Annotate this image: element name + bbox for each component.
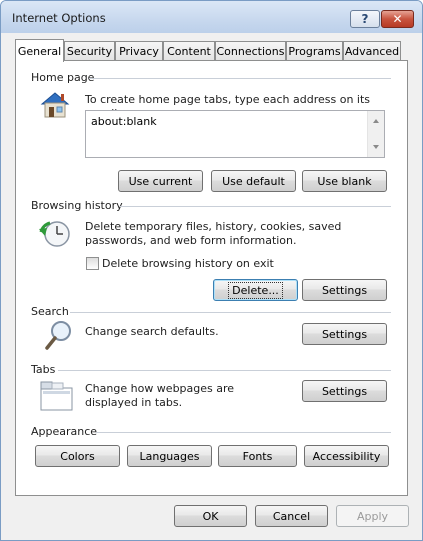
fonts-button[interactable]: Fonts bbox=[218, 445, 297, 467]
apply-button[interactable]: Apply bbox=[336, 505, 409, 527]
history-clock-icon bbox=[38, 218, 72, 250]
browsing-history-heading: Browsing history bbox=[31, 199, 123, 212]
home-page-heading: Home page bbox=[31, 71, 95, 84]
tab-connections[interactable]: Connections bbox=[215, 41, 286, 61]
delete-history-on-exit-label[interactable]: Delete browsing history on exit bbox=[102, 257, 274, 271]
section-divider bbox=[89, 78, 391, 79]
delete-history-on-exit-checkbox[interactable] bbox=[86, 257, 99, 270]
magnifier-icon bbox=[44, 319, 74, 351]
internet-options-dialog: Internet Options ? ✕ General Security Pr… bbox=[0, 0, 423, 541]
tabs-description: Change how webpages are displayed in tab… bbox=[85, 382, 235, 409]
section-divider bbox=[120, 206, 391, 207]
use-blank-button[interactable]: Use blank bbox=[302, 170, 387, 192]
browsing-history-description: Delete temporary files, history, cookies… bbox=[85, 220, 342, 247]
delete-history-button[interactable]: Delete... bbox=[213, 279, 298, 301]
accessibility-button[interactable]: Accessibility bbox=[304, 445, 389, 467]
search-description: Change search defaults. bbox=[85, 325, 219, 338]
tab-programs[interactable]: Programs bbox=[286, 41, 343, 61]
house-icon bbox=[38, 90, 72, 120]
tab-general[interactable]: General bbox=[15, 39, 64, 62]
section-divider bbox=[70, 312, 391, 313]
home-page-address-value: about:blank bbox=[91, 115, 157, 128]
ok-button[interactable]: OK bbox=[174, 505, 247, 527]
delete-history-button-label: Delete... bbox=[228, 281, 283, 299]
search-settings-button[interactable]: Settings bbox=[302, 323, 387, 345]
history-settings-button[interactable]: Settings bbox=[302, 279, 387, 301]
help-button[interactable]: ? bbox=[350, 10, 380, 28]
section-divider bbox=[96, 432, 391, 433]
tab-security[interactable]: Security bbox=[64, 41, 115, 61]
textarea-scrollbar[interactable] bbox=[367, 111, 384, 157]
tabs-settings-button[interactable]: Settings bbox=[302, 380, 387, 402]
use-default-button[interactable]: Use default bbox=[211, 170, 296, 192]
languages-button[interactable]: Languages bbox=[127, 445, 212, 467]
section-divider bbox=[58, 370, 391, 371]
search-heading: Search bbox=[31, 305, 69, 318]
tabs-window-icon bbox=[40, 381, 74, 411]
scroll-up-icon[interactable] bbox=[373, 119, 379, 123]
close-button[interactable]: ✕ bbox=[381, 10, 414, 28]
tab-content[interactable]: Content bbox=[163, 41, 215, 61]
appearance-heading: Appearance bbox=[31, 425, 98, 438]
home-page-address-textarea[interactable]: about:blank bbox=[85, 110, 385, 158]
window-title: Internet Options bbox=[12, 11, 106, 25]
colors-button[interactable]: Colors bbox=[35, 445, 120, 467]
general-tab-panel: Home page To create home page tabs, type… bbox=[15, 60, 408, 496]
scroll-down-icon[interactable] bbox=[373, 145, 379, 149]
use-current-button[interactable]: Use current bbox=[118, 170, 203, 192]
title-bar[interactable]: Internet Options ? ✕ bbox=[1, 1, 422, 33]
tabs-heading: Tabs bbox=[31, 363, 56, 376]
tab-privacy[interactable]: Privacy bbox=[115, 41, 163, 61]
tab-advanced[interactable]: Advanced bbox=[343, 41, 401, 61]
cancel-button[interactable]: Cancel bbox=[255, 505, 328, 527]
